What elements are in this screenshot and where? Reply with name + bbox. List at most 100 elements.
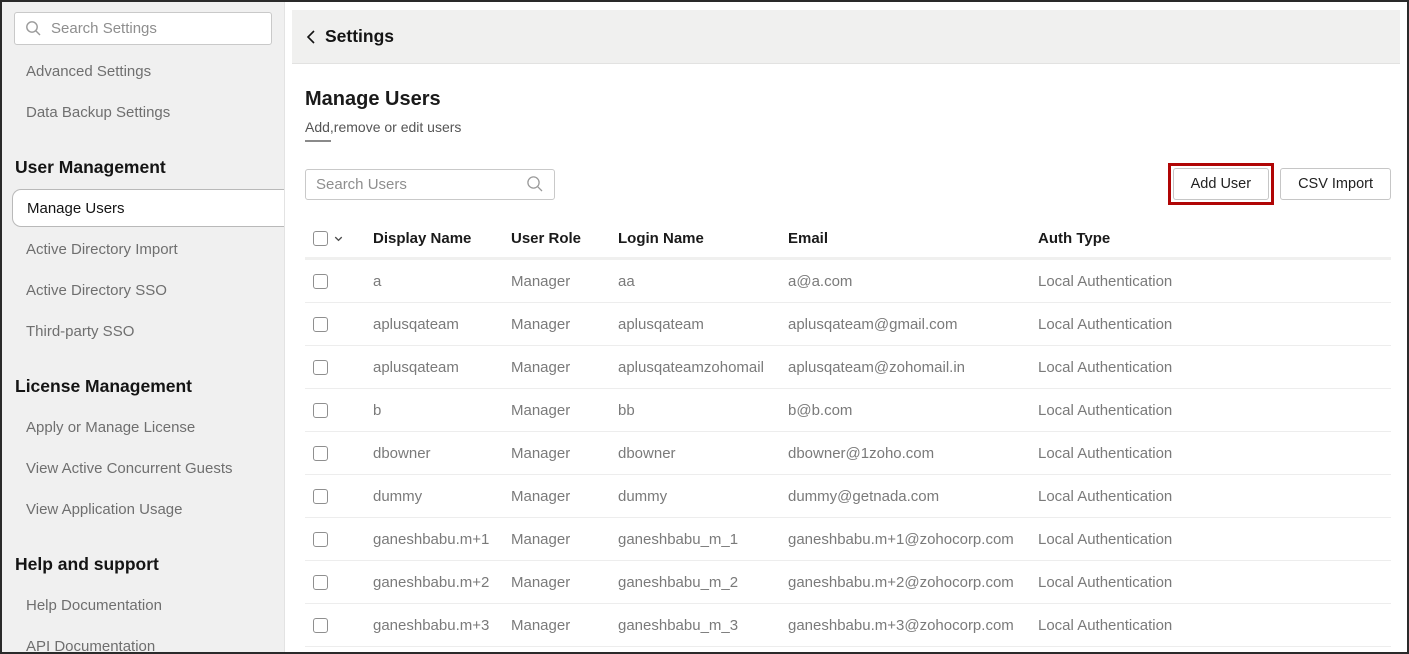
row-checkbox[interactable] — [313, 274, 328, 289]
sidebar-item-active-directory-sso[interactable]: Active Directory SSO — [2, 270, 284, 311]
sidebar-item-api-documentation[interactable]: API Documentation — [2, 626, 284, 652]
breadcrumb-label: Settings — [325, 26, 394, 47]
cell-auth-type: Local Authentication — [1038, 531, 1391, 548]
cell-auth-type: Local Authentication — [1038, 402, 1391, 419]
cell-display-name: a — [373, 273, 511, 290]
cell-email: aplusqateam@gmail.com — [788, 316, 1038, 333]
select-all-cell — [305, 231, 373, 246]
cell-email: dbowner@1zoho.com — [788, 445, 1038, 462]
breadcrumb-back[interactable]: Settings — [292, 10, 1400, 64]
cell-user-role: Manager — [511, 273, 618, 290]
cell-display-name: ganeshbabu.m+1 — [373, 531, 511, 548]
row-checkbox[interactable] — [313, 446, 328, 461]
column-header-user-role: User Role — [511, 230, 618, 247]
row-checkbox[interactable] — [313, 403, 328, 418]
cell-auth-type: Local Authentication — [1038, 316, 1391, 333]
cell-email: ganeshbabu.m+3@zohocorp.com — [788, 617, 1038, 634]
sidebar-item-data-backup-settings[interactable]: Data Backup Settings — [2, 92, 284, 133]
column-header-display-name: Display Name — [373, 230, 511, 247]
cell-login-name: ganeshbabu_m_3 — [618, 617, 788, 634]
cell-login-name: ganeshbabu_m_2 — [618, 574, 788, 591]
cell-display-name: aplusqateam — [373, 359, 511, 376]
sidebar-item-third-party-sso[interactable]: Third-party SSO — [2, 311, 284, 352]
column-header-auth-type: Auth Type — [1038, 230, 1391, 247]
table-row: ganeshbabu.m+3 Manager ganeshbabu_m_3 ga… — [305, 604, 1391, 647]
page-subtitle: Add,remove or edit users — [305, 119, 1391, 135]
users-toolbar: Add User CSV Import — [305, 163, 1391, 205]
cell-user-role: Manager — [511, 574, 618, 591]
cell-display-name: dbowner — [373, 445, 511, 462]
table-row: aplusqateam Manager aplusqateam aplusqat… — [305, 303, 1391, 346]
sidebar-item-advanced-settings[interactable]: Advanced Settings — [2, 51, 284, 92]
cell-auth-type: Local Authentication — [1038, 617, 1391, 634]
cell-display-name: ganeshbabu.m+3 — [373, 617, 511, 634]
row-checkbox[interactable] — [313, 575, 328, 590]
row-select-cell — [305, 446, 373, 461]
sidebar-item-apply-or-manage-license[interactable]: Apply or Manage License — [2, 407, 284, 448]
chevron-down-icon[interactable] — [332, 232, 345, 245]
row-checkbox[interactable] — [313, 360, 328, 375]
row-select-cell — [305, 274, 373, 289]
settings-window: Advanced Settings Data Backup Settings U… — [0, 0, 1409, 654]
search-icon — [25, 20, 42, 37]
sidebar-item-view-application-usage[interactable]: View Application Usage — [2, 489, 284, 530]
cell-login-name: dbowner — [618, 445, 788, 462]
sidebar-section-help-and-support: Help and support — [2, 544, 284, 585]
row-select-cell — [305, 489, 373, 504]
cell-email: dummy@getnada.com — [788, 488, 1038, 505]
cell-auth-type: Local Authentication — [1038, 488, 1391, 505]
row-select-cell — [305, 317, 373, 332]
sidebar-item-active-directory-import[interactable]: Active Directory Import — [2, 229, 284, 270]
users-search-input[interactable] — [316, 176, 518, 193]
main-panel: Settings Manage Users Add,remove or edit… — [285, 2, 1407, 652]
column-header-login-name: Login Name — [618, 230, 788, 247]
cell-display-name: b — [373, 402, 511, 419]
table-row: dummy Manager dummy dummy@getnada.com Lo… — [305, 475, 1391, 518]
sidebar-item-view-active-concurrent-guests[interactable]: View Active Concurrent Guests — [2, 448, 284, 489]
cell-login-name: aa — [618, 273, 788, 290]
table-row: ganeshbabu.m+1 Manager ganeshbabu_m_1 ga… — [305, 518, 1391, 561]
users-search-box[interactable] — [305, 169, 555, 200]
row-checkbox[interactable] — [313, 489, 328, 504]
cell-login-name: aplusqateam — [618, 316, 788, 333]
row-checkbox[interactable] — [313, 317, 328, 332]
table-row: dbowner Manager dbowner dbowner@1zoho.co… — [305, 432, 1391, 475]
sidebar-search-input[interactable] — [51, 20, 261, 37]
cell-login-name: dummy — [618, 488, 788, 505]
cell-auth-type: Local Authentication — [1038, 445, 1391, 462]
cell-user-role: Manager — [511, 402, 618, 419]
table-row: ganeshbabu.m+2 Manager ganeshbabu_m_2 ga… — [305, 561, 1391, 604]
select-all-checkbox[interactable] — [313, 231, 328, 246]
cell-display-name: dummy — [373, 488, 511, 505]
cell-email: aplusqateam@zohomail.in — [788, 359, 1038, 376]
row-checkbox[interactable] — [313, 618, 328, 633]
row-select-cell — [305, 618, 373, 633]
row-checkbox[interactable] — [313, 532, 328, 547]
chevron-left-icon — [305, 29, 317, 45]
column-header-email: Email — [788, 230, 1038, 247]
page-title: Manage Users — [305, 88, 1391, 111]
users-table: Display Name User Role Login Name Email … — [305, 220, 1391, 647]
row-select-cell — [305, 403, 373, 418]
sidebar-item-manage-users[interactable]: Manage Users — [12, 189, 284, 227]
sidebar-section-user-management: User Management — [2, 147, 284, 188]
sidebar-search-box[interactable] — [14, 12, 272, 45]
table-header-row: Display Name User Role Login Name Email … — [305, 220, 1391, 260]
csv-import-button[interactable]: CSV Import — [1280, 168, 1391, 200]
subtitle-underline — [305, 140, 331, 142]
cell-user-role: Manager — [511, 531, 618, 548]
cell-login-name: ganeshbabu_m_1 — [618, 531, 788, 548]
cell-login-name: bb — [618, 402, 788, 419]
cell-display-name: aplusqateam — [373, 316, 511, 333]
table-row: a Manager aa a@a.com Local Authenticatio… — [305, 260, 1391, 303]
add-user-button[interactable]: Add User — [1173, 168, 1269, 200]
sidebar-item-help-documentation[interactable]: Help Documentation — [2, 585, 284, 626]
add-user-highlight-annotation: Add User — [1168, 163, 1274, 205]
sidebar-section-license-management: License Management — [2, 366, 284, 407]
cell-user-role: Manager — [511, 617, 618, 634]
cell-auth-type: Local Authentication — [1038, 359, 1391, 376]
cell-user-role: Manager — [511, 488, 618, 505]
cell-login-name: aplusqateamzohomail — [618, 359, 788, 376]
cell-email: a@a.com — [788, 273, 1038, 290]
cell-auth-type: Local Authentication — [1038, 273, 1391, 290]
